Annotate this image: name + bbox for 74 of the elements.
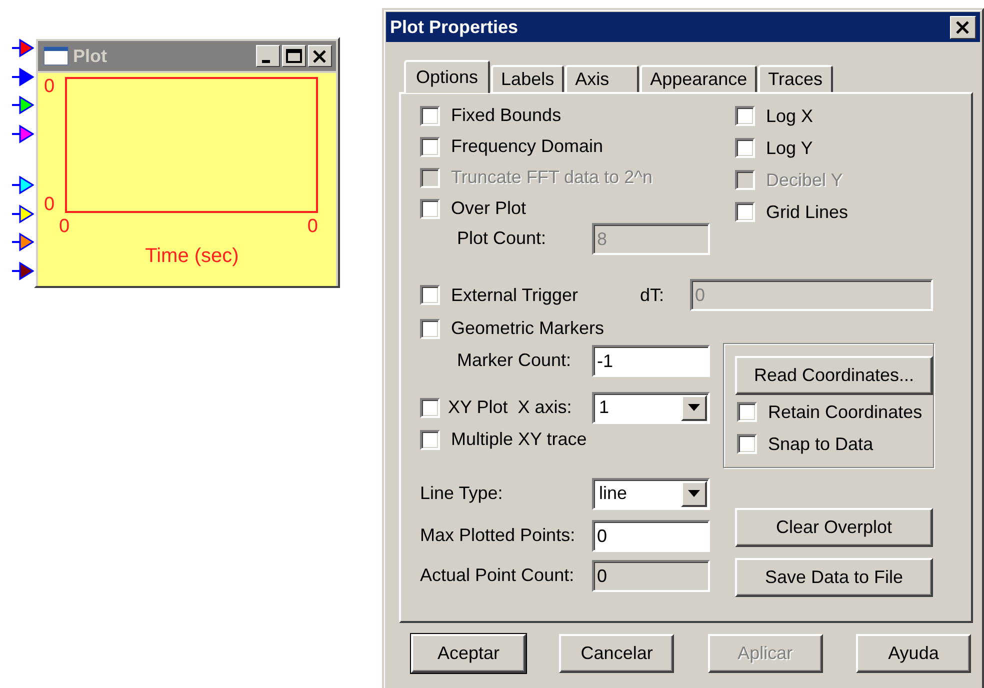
checkbox-label: Over Plot — [451, 198, 526, 219]
button[interactable]: Aceptar — [411, 634, 526, 673]
close-button[interactable] — [308, 45, 332, 67]
tab[interactable]: Axis — [565, 65, 640, 92]
dropdown-arrow-button[interactable] — [681, 394, 707, 420]
checkbox[interactable] — [420, 430, 440, 450]
checkbox-label: XY Plot X axis: — [448, 397, 572, 418]
field-label: Marker Count: — [456, 350, 572, 371]
input-port-icon — [12, 124, 34, 144]
checkbox[interactable] — [737, 402, 757, 422]
checkbox[interactable] — [735, 106, 755, 126]
tab[interactable]: Labels — [491, 65, 564, 92]
input-port-icon — [12, 260, 34, 280]
window-title: Plot — [73, 46, 108, 66]
text-field[interactable]: 0 — [592, 520, 710, 552]
input-port-icon — [12, 232, 34, 252]
button[interactable]: Ayuda — [856, 634, 971, 673]
field-label: Actual Point Count: — [420, 565, 576, 586]
close-button[interactable] — [950, 16, 976, 38]
minimize-button[interactable] — [256, 45, 280, 67]
checkbox-label: Truncate FFT data to 2^n — [451, 167, 653, 188]
axis-label: 0 — [44, 77, 55, 97]
checkbox[interactable] — [420, 136, 440, 156]
checkbox-label: Decibel Y — [766, 170, 843, 190]
tab[interactable]: Traces — [758, 65, 833, 92]
tab[interactable]: Options — [404, 60, 490, 93]
tab[interactable]: Appearance — [640, 65, 758, 92]
button[interactable]: Read Coordinates... — [735, 356, 933, 395]
checkbox[interactable] — [735, 202, 755, 222]
input-port-icon — [12, 204, 34, 224]
axis-label: 0 — [59, 217, 70, 237]
checkbox[interactable] — [420, 198, 440, 218]
button[interactable]: Clear Overplot — [735, 508, 933, 547]
checkbox[interactable] — [420, 318, 440, 338]
checkbox[interactable] — [420, 285, 440, 305]
checkbox[interactable] — [420, 398, 440, 418]
axis-label: 0 — [307, 217, 318, 237]
field-label: dT: — [640, 284, 666, 306]
maximize-button[interactable] — [282, 45, 306, 67]
button[interactable]: Cancelar — [559, 634, 674, 673]
checkbox[interactable] — [737, 434, 757, 454]
field-label: Plot Count: — [456, 228, 548, 249]
checkbox-label: Grid Lines — [766, 202, 848, 222]
window-icon — [43, 46, 69, 66]
input-port-icon — [12, 38, 34, 58]
checkbox-label: Frequency Domain — [451, 136, 604, 157]
axis-title: Time (sec) — [144, 245, 240, 268]
field-label: Line Type: — [420, 483, 504, 504]
checkbox-label: External Trigger — [451, 284, 578, 306]
maximize-icon — [284, 46, 304, 66]
input-port-icon — [12, 175, 34, 195]
window-title: Plot Properties — [390, 16, 518, 38]
text-field[interactable]: 0 — [592, 560, 710, 592]
text-field[interactable]: -1 — [592, 344, 710, 376]
caret-icon — [688, 490, 700, 497]
checkbox-label: Snap to Data — [768, 434, 874, 454]
minimize-icon — [262, 60, 270, 62]
checkbox-label: Log Y — [766, 138, 813, 158]
checkbox-label: Geometric Markers — [451, 318, 604, 339]
field-label: Max Plotted Points: — [420, 525, 576, 546]
axis-label: 0 — [44, 195, 55, 215]
button[interactable]: Save Data to File — [735, 558, 933, 597]
dropdown[interactable]: line — [592, 478, 710, 510]
checkbox[interactable] — [735, 138, 755, 158]
dropdown[interactable]: 1 — [592, 392, 710, 424]
input-port-icon — [12, 95, 34, 115]
checkbox-label: Log X — [766, 106, 814, 126]
input-port-icon — [12, 66, 34, 86]
checkbox-label: Multiple XY trace — [451, 429, 587, 450]
checkbox[interactable] — [420, 106, 440, 126]
checkbox-label: Fixed Bounds — [451, 105, 562, 126]
dropdown-arrow-button[interactable] — [681, 480, 707, 506]
caret-icon — [688, 404, 700, 411]
checkbox-label: Retain Coordinates — [768, 402, 922, 422]
